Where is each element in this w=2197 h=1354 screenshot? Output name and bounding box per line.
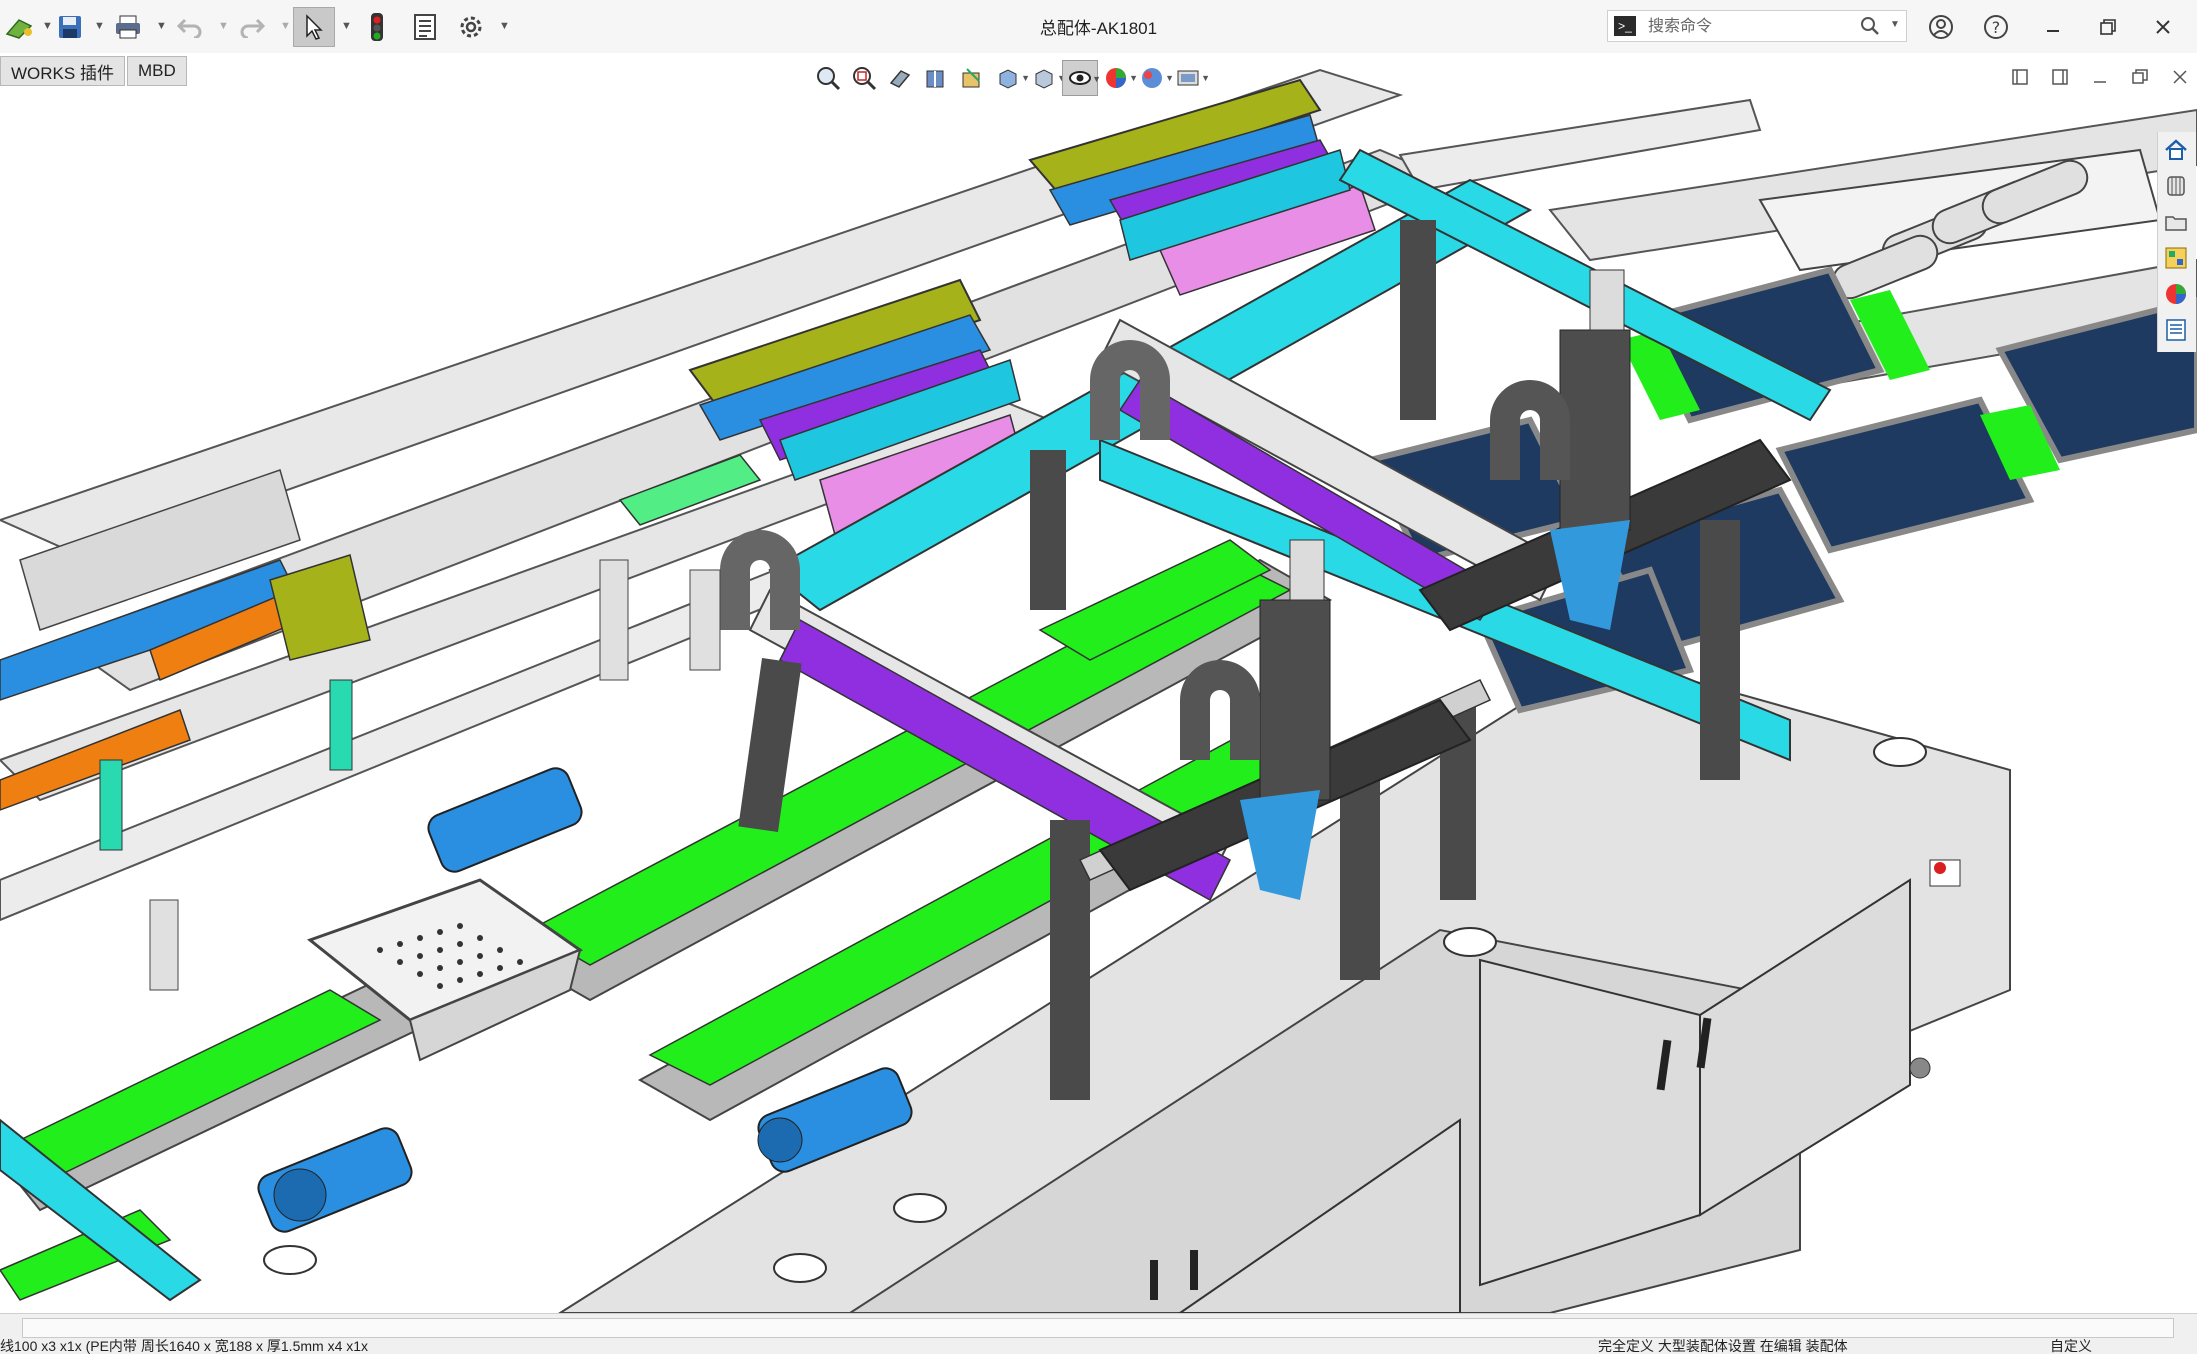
terminal-icon: >_ xyxy=(1614,16,1636,36)
select-cursor-icon[interactable] xyxy=(293,7,335,47)
chevron-down-icon[interactable]: ▼ xyxy=(499,20,510,32)
chevron-down-icon[interactable]: ▼ xyxy=(280,20,291,32)
chevron-down-icon[interactable]: ▼ xyxy=(218,20,229,32)
file-properties-icon[interactable] xyxy=(408,8,442,46)
home-icon[interactable] xyxy=(2158,132,2194,168)
close-icon[interactable] xyxy=(2140,8,2186,46)
status-units[interactable]: 自定义 xyxy=(2050,1339,2092,1354)
heads-up-view-toolbar: ▼ ▼ ▼ ▼ ▼ ▼ xyxy=(810,58,1210,98)
view-palette-icon[interactable] xyxy=(2158,240,2194,276)
document-window-controls xyxy=(2000,62,2197,92)
view-settings-icon[interactable]: ▼ xyxy=(1170,60,1210,96)
search-input[interactable] xyxy=(1646,11,1860,43)
command-tabs: WORKS 插件 MBD xyxy=(0,56,189,86)
zoom-to-area-icon[interactable] xyxy=(846,60,882,96)
tile-right-icon[interactable] xyxy=(2040,62,2080,92)
scrollbar-thumb[interactable] xyxy=(22,1318,2174,1338)
assembly-model[interactable] xyxy=(0,53,2197,1313)
custom-properties-icon[interactable] xyxy=(2158,312,2194,348)
new-file-icon[interactable] xyxy=(0,8,40,46)
status-selection-info: 线100 x3 x1x (PE内带 周长1640 x 宽188 x 厚1.5mm… xyxy=(0,1339,369,1354)
chevron-down-icon[interactable]: ▼ xyxy=(156,20,167,32)
chevron-down-icon[interactable]: ▼ xyxy=(341,20,352,32)
search-icon[interactable] xyxy=(1860,16,1880,41)
print-icon[interactable] xyxy=(110,8,146,46)
command-search[interactable]: >_ ▼ xyxy=(1607,10,1907,43)
status-bar: 线100 x3 x1x (PE内带 周长1640 x 宽188 x 厚1.5mm… xyxy=(0,1339,2197,1354)
dynamic-annotation-icon[interactable] xyxy=(954,60,990,96)
restore-icon[interactable] xyxy=(2085,8,2131,46)
options-gear-icon[interactable] xyxy=(454,8,488,46)
minimize-icon[interactable] xyxy=(2030,8,2076,46)
rebuild-traffic-light-icon[interactable] xyxy=(362,8,392,46)
previous-view-icon[interactable] xyxy=(882,60,918,96)
graphics-area[interactable] xyxy=(0,53,2197,1313)
doc-close-icon[interactable] xyxy=(2160,62,2197,92)
apply-scene-icon[interactable]: ▼ xyxy=(1134,60,1174,96)
horizontal-scrollbar[interactable] xyxy=(0,1313,2197,1340)
status-definition-state: 完全定义 大型装配体设置 在编辑 装配体 xyxy=(1598,1339,1848,1354)
design-library-icon[interactable] xyxy=(2158,168,2194,204)
help-icon[interactable]: ? xyxy=(1980,8,2012,46)
undo-icon[interactable] xyxy=(172,8,208,46)
section-view-icon[interactable] xyxy=(918,60,954,96)
title-bar: ▼ ▼ ▼ ▼ ▼ ▼ ▼ 总配体-AK1801 >_ ▼ ? xyxy=(0,0,2197,54)
redo-icon[interactable] xyxy=(234,8,270,46)
edit-appearance-icon[interactable]: ▼ xyxy=(1098,60,1138,96)
file-explorer-icon[interactable] xyxy=(2158,204,2194,240)
svg-text:?: ? xyxy=(1992,18,2001,37)
hide-show-items-icon[interactable]: ▼ xyxy=(1062,60,1101,96)
view-orientation-icon[interactable]: ▼ xyxy=(990,60,1030,96)
tile-left-icon[interactable] xyxy=(2000,62,2040,92)
appearances-icon[interactable] xyxy=(2158,276,2194,312)
display-style-icon[interactable]: ▼ xyxy=(1026,60,1066,96)
tab-plugins[interactable]: WORKS 插件 xyxy=(0,56,125,86)
user-account-icon[interactable] xyxy=(1925,8,1957,46)
chevron-down-icon[interactable]: ▼ xyxy=(1890,19,1900,30)
doc-minimize-icon[interactable] xyxy=(2080,62,2120,92)
task-pane xyxy=(2157,132,2196,352)
save-icon[interactable] xyxy=(52,8,88,46)
tab-mbd[interactable]: MBD xyxy=(126,56,187,86)
zoom-to-fit-icon[interactable] xyxy=(810,60,846,96)
chevron-down-icon[interactable]: ▼ xyxy=(94,20,105,32)
doc-restore-icon[interactable] xyxy=(2120,62,2160,92)
